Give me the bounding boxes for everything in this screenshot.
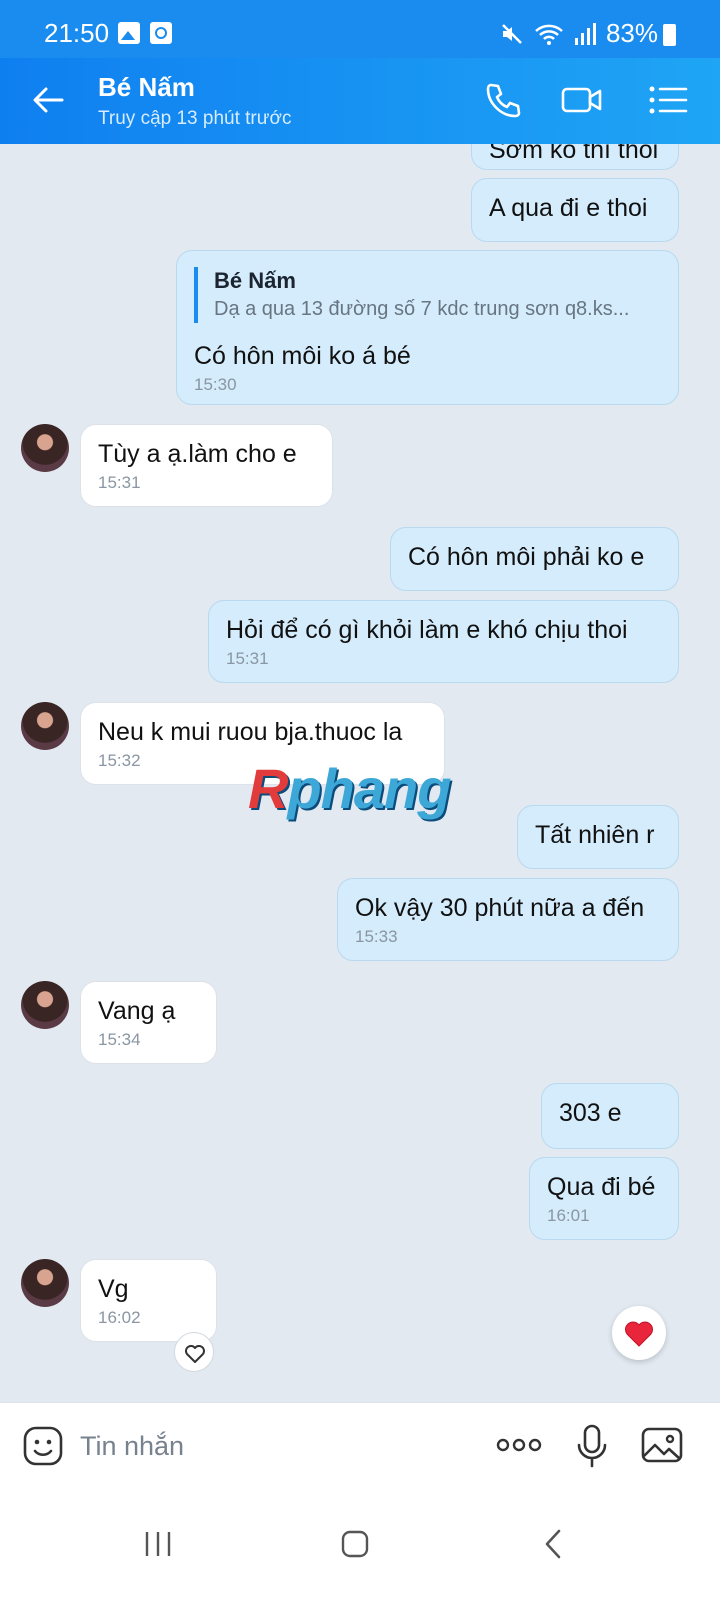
message-text: A qua đi e thoi	[489, 194, 648, 222]
composer-bar	[0, 1402, 720, 1486]
list-menu-icon[interactable]	[646, 80, 690, 120]
quick-heart-button[interactable]	[612, 1306, 666, 1360]
message-text: Vang ạ	[98, 997, 176, 1025]
contact-last-seen: Truy cập 13 phút trước	[98, 108, 292, 129]
react-heart-button[interactable]	[174, 1332, 214, 1372]
status-bar: 21:50 83%	[0, 0, 720, 58]
contact-avatar[interactable]	[21, 981, 69, 1029]
message-bubble-outgoing[interactable]: Có hôn môi phải ko e	[390, 527, 679, 591]
sticker-icon[interactable]	[22, 1425, 64, 1467]
quoted-message[interactable]: Bé Nấm Dạ a qua 13 đường số 7 kdc trung …	[194, 267, 661, 323]
message-bubble-outgoing[interactable]: 303 e	[541, 1083, 679, 1149]
chat-header: Bé Nấm Truy cập 13 phút trước	[0, 58, 720, 144]
message-text: 303 e	[559, 1099, 622, 1127]
contact-name[interactable]: Bé Nấm	[98, 72, 195, 103]
message-input[interactable]	[80, 1425, 470, 1467]
message-time: 15:31	[98, 473, 141, 492]
battery-percent: 83%	[605, 18, 658, 48]
quoted-sender: Bé Nấm	[214, 268, 296, 293]
phone-icon[interactable]	[482, 80, 526, 120]
watermark-logo: Rphang	[248, 757, 451, 820]
message-text: Neu k mui ruou bja.thuoc la	[98, 718, 403, 746]
battery-icon	[663, 24, 676, 46]
video-camera-icon[interactable]	[560, 80, 604, 120]
message-text: Qua đi bé	[547, 1173, 656, 1201]
system-nav-bar	[0, 1486, 720, 1600]
contact-avatar[interactable]	[21, 424, 69, 472]
message-time: 15:34	[98, 1030, 141, 1049]
message-text: Sớm ko thì thoi	[489, 144, 659, 164]
message-bubble-outgoing[interactable]: Sớm ko thì thoi	[471, 144, 679, 170]
message-text: Có hôn môi phải ko e	[408, 543, 645, 571]
back-nav-icon[interactable]	[534, 1524, 574, 1564]
contact-avatar[interactable]	[21, 702, 69, 750]
message-text: Tất nhiên r	[535, 821, 655, 849]
message-text: Tùy a ạ.làm cho e	[98, 440, 297, 468]
heart-icon	[625, 1321, 653, 1347]
message-text: Hỏi để có gì khỏi làm e khó chịu thoi	[226, 616, 628, 644]
message-bubble-outgoing[interactable]: A qua đi e thoi	[471, 178, 679, 242]
message-time: 16:01	[547, 1206, 590, 1225]
quoted-text: Dạ a qua 13 đường số 7 kdc trung sơn q8.…	[214, 298, 630, 320]
message-time: 16:02	[98, 1308, 141, 1327]
message-list[interactable]: Sớm ko thì thoi A qua đi e thoi Bé Nấm D…	[0, 144, 720, 1402]
message-bubble-incoming[interactable]: Vang ạ 15:34	[80, 981, 217, 1064]
message-bubble-reply[interactable]: Bé Nấm Dạ a qua 13 đường số 7 kdc trung …	[176, 250, 679, 405]
message-text: Vg	[98, 1275, 129, 1303]
message-time: 15:30	[194, 375, 237, 394]
mute-icon	[502, 23, 522, 44]
home-icon[interactable]	[335, 1524, 375, 1564]
wifi-icon	[535, 24, 563, 45]
image-icon[interactable]	[640, 1425, 684, 1465]
microphone-icon[interactable]	[575, 1423, 609, 1469]
status-time: 21:50	[44, 18, 110, 48]
message-bubble-incoming[interactable]: Tùy a ạ.làm cho e 15:31	[80, 424, 333, 507]
message-text: Có hôn môi ko á bé	[194, 342, 411, 370]
heart-outline-icon	[185, 1345, 205, 1363]
message-bubble-incoming[interactable]: Vg 16:02	[80, 1259, 217, 1342]
message-text: Ok vậy 30 phút nữa a đến	[355, 894, 645, 922]
message-time: 15:31	[226, 649, 269, 668]
recent-apps-icon[interactable]	[138, 1524, 178, 1564]
contact-avatar[interactable]	[21, 1259, 69, 1307]
message-time: 15:33	[355, 927, 398, 946]
message-bubble-outgoing[interactable]: Hỏi để có gì khỏi làm e khó chịu thoi 15…	[208, 600, 679, 683]
message-bubble-outgoing[interactable]: Tất nhiên r	[517, 805, 679, 869]
more-dots-icon[interactable]	[496, 1433, 542, 1457]
gallery-notification-icon	[118, 22, 140, 44]
clock-notification-icon	[150, 22, 172, 44]
message-bubble-outgoing[interactable]: Qua đi bé 16:01	[529, 1157, 679, 1240]
back-arrow-icon[interactable]	[28, 80, 68, 120]
message-bubble-outgoing[interactable]: Ok vậy 30 phút nữa a đến 15:33	[337, 878, 679, 961]
signal-icon	[574, 22, 596, 45]
